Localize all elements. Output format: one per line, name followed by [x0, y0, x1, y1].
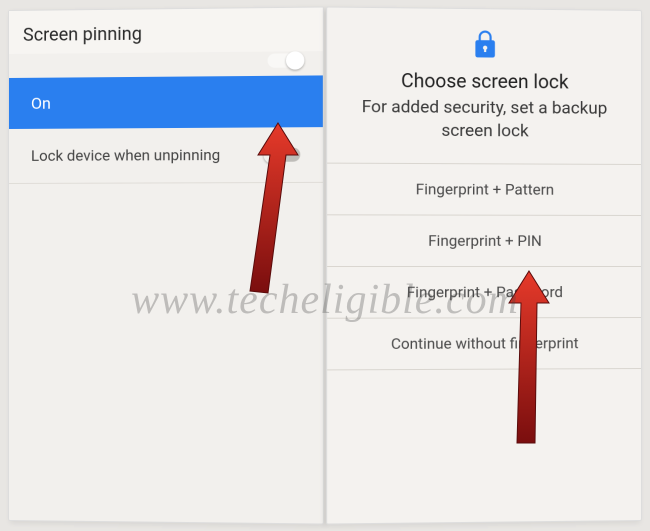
option-continue-without-fingerprint[interactable]: Continue without fingerprint — [327, 317, 641, 370]
lock-icon — [327, 28, 641, 65]
choose-screen-lock: Choose screen lock For added security, s… — [326, 6, 642, 524]
option-fingerprint-password[interactable]: Fingerprint + Password — [327, 266, 641, 318]
lock-device-toggle[interactable] — [266, 148, 301, 162]
lock-device-when-unpinning-row[interactable]: Lock device when unpinning — [9, 127, 323, 184]
screen-lock-subtitle: For added security, set a backup screen … — [327, 96, 641, 164]
screen-lock-title: Choose screen lock — [327, 68, 641, 94]
screen-pinning-master-toggle[interactable] — [268, 52, 303, 72]
option-fingerprint-pattern[interactable]: Fingerprint + Pattern — [327, 162, 641, 214]
state-banner: On — [9, 75, 323, 129]
toggle-switch-icon — [268, 53, 303, 67]
screen-pinning-settings: Screen pinning On Lock device when unpin… — [8, 6, 324, 524]
option-fingerprint-pin[interactable]: Fingerprint + PIN — [327, 214, 641, 266]
setting-label: Lock device when unpinning — [31, 146, 220, 165]
page-title: Screen pinning — [9, 8, 323, 54]
